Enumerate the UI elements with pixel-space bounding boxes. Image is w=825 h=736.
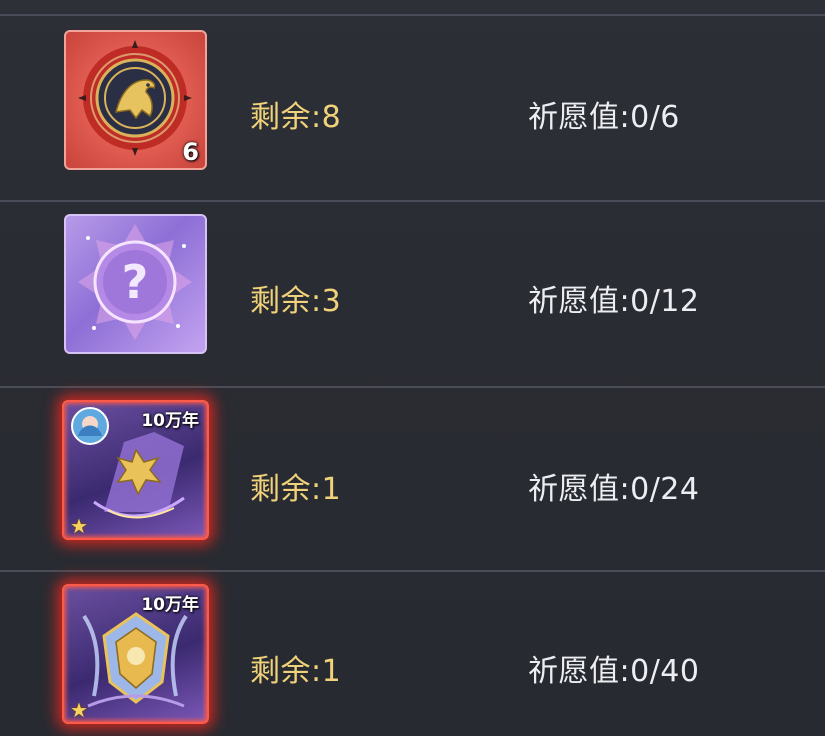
wish-row-1[interactable]: 6 剩余:8 祈愿值:0/6 — [0, 16, 825, 200]
wish-value: 祈愿值:0/24 — [528, 472, 700, 507]
item-slot-mystery[interactable]: ? — [64, 214, 207, 354]
item-slot-soul-bone-armor[interactable]: 10万年 ★ — [62, 400, 209, 540]
item-slot-raven[interactable]: 6 — [64, 30, 207, 170]
wish-row-2[interactable]: ? 剩余:3 祈愿值:0/12 — [0, 202, 825, 386]
mystery-question-icon: ? — [78, 224, 192, 340]
wish-list-panel: 6 剩余:8 祈愿值:0/6 ? 剩余:3 祈愿值:0/12 10万年 ★ 剩余… — [0, 0, 825, 736]
star-icon: ★ — [70, 698, 88, 722]
age-badge: 10万年 — [141, 595, 199, 615]
svg-text:?: ? — [122, 255, 149, 309]
remaining-count: 剩余:8 — [250, 100, 342, 135]
wish-row-4[interactable]: 10万年 ★ 剩余:1 祈愿值:0/40 — [0, 572, 825, 736]
header-strip — [0, 0, 825, 14]
age-badge: 10万年 — [141, 411, 199, 431]
wish-value: 祈愿值:0/40 — [528, 654, 700, 689]
wish-row-3[interactable]: 10万年 ★ 剩余:1 祈愿值:0/24 — [0, 388, 825, 572]
item-count-badge: 6 — [182, 138, 199, 166]
remaining-count: 剩余:1 — [250, 472, 342, 507]
item-slot-soul-bone-helm[interactable]: 10万年 ★ — [62, 584, 209, 724]
wish-value: 祈愿值:0/6 — [528, 100, 680, 135]
remaining-count: 剩余:3 — [250, 284, 342, 319]
star-icon: ★ — [70, 514, 88, 538]
wish-value: 祈愿值:0/12 — [528, 284, 700, 319]
remaining-count: 剩余:1 — [250, 654, 342, 689]
